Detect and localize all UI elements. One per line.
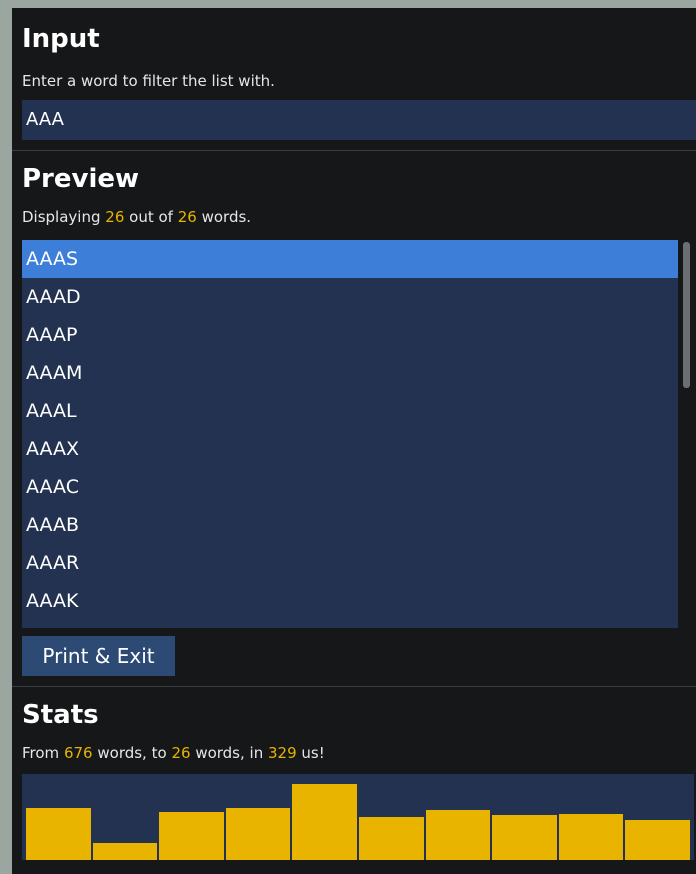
total-count: 26 xyxy=(177,208,197,226)
histogram-bar xyxy=(425,810,491,860)
input-description: Enter a word to filter the list with. xyxy=(22,72,275,90)
list-item[interactable]: AAAX xyxy=(22,430,678,468)
histogram-bar xyxy=(359,817,424,860)
word-list[interactable]: AAAS AAAD AAAP AAAM AAAL AAAX AAAC AAAB AAAR AAAK xyxy=(22,240,678,628)
preview-desc-middle: out of xyxy=(129,208,173,226)
list-item[interactable]: AAAP xyxy=(22,316,678,354)
histogram-bar xyxy=(92,843,158,860)
preview-desc-suffix: words. xyxy=(201,208,252,226)
stats-prefix: From xyxy=(22,744,60,762)
to-count: 26 xyxy=(171,744,191,762)
stats-mid1: words, to xyxy=(97,744,167,762)
divider xyxy=(12,686,696,687)
histogram-bar xyxy=(26,808,91,860)
from-count: 676 xyxy=(63,744,93,762)
list-item[interactable]: AAAL xyxy=(22,392,678,430)
stats-histogram xyxy=(22,774,694,860)
preview-desc-prefix: Displaying xyxy=(22,208,101,226)
divider xyxy=(12,150,696,151)
stats-mid2: words, in xyxy=(195,744,264,762)
histogram-bar xyxy=(492,815,557,860)
list-item[interactable]: AAAD xyxy=(22,278,678,316)
histogram-bar xyxy=(292,784,357,860)
filter-input[interactable]: AAA xyxy=(22,100,696,140)
preview-description: Displaying 26 out of 26 words. xyxy=(22,208,251,226)
list-item[interactable]: AAAC xyxy=(22,468,678,506)
list-item[interactable]: AAAR xyxy=(22,544,678,582)
displayed-count: 26 xyxy=(105,208,125,226)
list-scrollbar[interactable] xyxy=(680,240,694,628)
list-item[interactable]: AAAM xyxy=(22,354,678,392)
stats-description: From 676 words, to 26 words, in 329 us! xyxy=(22,744,325,762)
scrollbar-thumb[interactable] xyxy=(683,242,690,388)
app-window: Input Enter a word to filter the list wi… xyxy=(12,8,696,874)
time-value: 329 xyxy=(268,744,297,762)
histogram-bar xyxy=(558,814,624,860)
list-item[interactable]: AAAS xyxy=(22,240,678,278)
preview-title: Preview xyxy=(22,164,140,194)
histogram-bar xyxy=(225,808,291,860)
stats-suffix: us! xyxy=(301,744,325,762)
list-item[interactable]: AAAB xyxy=(22,506,678,544)
print-exit-button[interactable]: Print & Exit xyxy=(22,636,175,676)
histogram-bar xyxy=(625,820,690,860)
stats-title: Stats xyxy=(22,700,99,730)
list-item[interactable]: AAAK xyxy=(22,582,678,620)
histogram-bar xyxy=(159,812,224,860)
input-title: Input xyxy=(22,24,100,54)
